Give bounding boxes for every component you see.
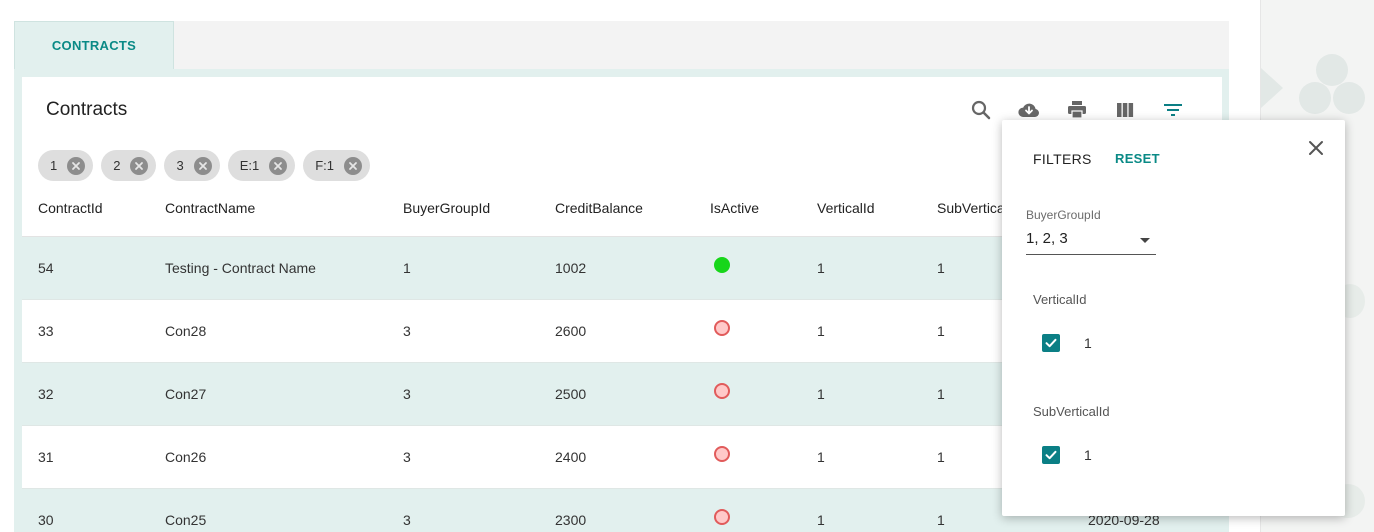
column-header-contractid[interactable]: ContractId [38, 185, 103, 237]
cell-buyergroupid: 3 [403, 323, 411, 339]
cell-contractid: 30 [38, 512, 54, 528]
chip-remove-icon[interactable] [193, 156, 212, 175]
cell-contractname: Con27 [165, 386, 207, 402]
verticalid-option-label: 1 [1084, 335, 1092, 351]
cell-buyergroupid: 3 [403, 512, 411, 528]
cell-contractid: 32 [38, 386, 54, 402]
filter-chip: F:1 [303, 150, 371, 181]
subverticalid-filter-label: SubVerticalId [1033, 404, 1110, 419]
cell-subverticalid: 1 [937, 260, 945, 276]
cell-contractid: 31 [38, 449, 54, 465]
cell-subverticalid: 1 [937, 323, 945, 339]
filter-chips: 1 2 3 E:1 F:1 [38, 150, 371, 181]
column-header-creditbalance[interactable]: CreditBalance [555, 185, 643, 237]
chip-label: E:1 [239, 158, 260, 173]
inactive-status-icon [714, 446, 730, 462]
filter-chip: E:1 [227, 150, 296, 181]
filter-chip: 3 [164, 150, 220, 181]
cell-creditbalance: 2500 [555, 386, 587, 402]
buyergroupid-select[interactable]: 1, 2, 3 [1026, 226, 1156, 255]
buyergroupid-label: BuyerGroupId [1026, 208, 1101, 222]
filter-chip: 1 [38, 150, 94, 181]
chip-remove-icon[interactable] [130, 156, 149, 175]
check-icon [1045, 338, 1057, 348]
column-header-subverticalid[interactable]: SubVertica [937, 185, 1005, 237]
chip-label: 3 [176, 158, 184, 173]
cell-verticalid: 1 [817, 512, 825, 528]
chip-label: F:1 [315, 158, 335, 173]
cell-verticalid: 1 [817, 323, 825, 339]
filter-chip: 2 [101, 150, 157, 181]
cell-buyergroupid: 1 [403, 260, 411, 276]
decoration-triangle [1261, 68, 1283, 108]
subverticalid-option-label: 1 [1084, 447, 1092, 463]
chip-remove-icon[interactable] [269, 156, 288, 175]
column-header-buyergroupid[interactable]: BuyerGroupId [403, 185, 490, 237]
subverticalid-checkbox[interactable] [1042, 446, 1060, 464]
tab-bar: CONTRACTS [14, 21, 1229, 69]
close-icon[interactable] [1304, 136, 1328, 160]
cell-verticalid: 1 [817, 260, 825, 276]
cell-buyergroupid: 3 [403, 449, 411, 465]
filters-panel: FILTERS RESET BuyerGroupId 1, 2, 3 Verti… [1002, 120, 1345, 516]
search-icon[interactable] [968, 97, 994, 123]
cell-verticalid: 1 [817, 386, 825, 402]
filters-title: FILTERS [1033, 151, 1092, 167]
cell-creditbalance: 2400 [555, 449, 587, 465]
chip-remove-icon[interactable] [67, 156, 86, 175]
check-icon [1045, 450, 1057, 460]
cell-creditbalance: 2600 [555, 323, 587, 339]
cell-subverticalid: 1 [937, 386, 945, 402]
buyergroupid-value: 1, 2, 3 [1026, 230, 1068, 247]
cell-contractid: 54 [38, 260, 54, 276]
cell-contractname: Con26 [165, 449, 207, 465]
column-header-verticalid[interactable]: VerticalId [817, 185, 875, 237]
active-status-icon [714, 257, 730, 273]
dropdown-arrow-icon [1140, 238, 1150, 243]
cell-contractname: Con28 [165, 323, 207, 339]
chip-label: 2 [113, 158, 121, 173]
verticalid-filter-label: VerticalId [1033, 292, 1087, 307]
club-decoration-icon [1299, 54, 1365, 114]
chip-label: 1 [50, 158, 58, 173]
cell-subverticalid: 1 [937, 512, 945, 528]
cell-subverticalid: 1 [937, 449, 945, 465]
chip-remove-icon[interactable] [344, 156, 363, 175]
tab-contracts[interactable]: CONTRACTS [14, 21, 174, 69]
verticalid-checkbox[interactable] [1042, 334, 1060, 352]
page-title: Contracts [46, 99, 128, 120]
inactive-status-icon [714, 320, 730, 336]
inactive-status-icon [714, 509, 730, 525]
cell-creditbalance: 2300 [555, 512, 587, 528]
column-header-isactive[interactable]: IsActive [710, 185, 759, 237]
cell-verticalid: 1 [817, 449, 825, 465]
cell-contractid: 33 [38, 323, 54, 339]
cell-creditbalance: 1002 [555, 260, 587, 276]
reset-button[interactable]: RESET [1115, 151, 1160, 166]
inactive-status-icon [714, 383, 730, 399]
cell-buyergroupid: 3 [403, 386, 411, 402]
column-header-contractname[interactable]: ContractName [165, 185, 255, 237]
cell-contractname: Con25 [165, 512, 207, 528]
cell-contractname: Testing - Contract Name [165, 260, 316, 276]
